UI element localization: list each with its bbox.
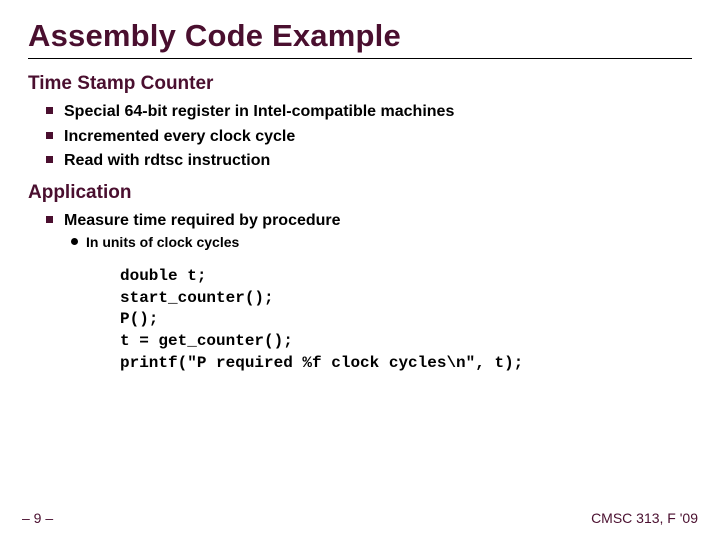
code-block: double t; start_counter(); P(); t = get_… (120, 266, 692, 374)
slide: Assembly Code Example Time Stamp Counter… (0, 0, 720, 540)
slide-title: Assembly Code Example (28, 18, 692, 54)
title-rule (28, 58, 692, 59)
section-heading-tsc: Time Stamp Counter (28, 73, 692, 95)
list-item: Measure time required by procedure In un… (64, 210, 692, 252)
list-item: Incremented every clock cycle (64, 126, 692, 148)
list-item: Special 64-bit register in Intel-compati… (64, 101, 692, 123)
bullet-list-tsc: Special 64-bit register in Intel-compati… (28, 101, 692, 172)
sub-list-item: In units of clock cycles (86, 233, 692, 252)
course-tag: CMSC 313, F '09 (591, 510, 698, 526)
page-number: – 9 – (22, 510, 53, 526)
list-item-text: Measure time required by procedure (64, 212, 341, 229)
section-heading-application: Application (28, 182, 692, 204)
sub-bullet-list: In units of clock cycles (64, 233, 692, 252)
bullet-list-application: Measure time required by procedure In un… (28, 210, 692, 252)
list-item: Read with rdtsc instruction (64, 150, 692, 172)
